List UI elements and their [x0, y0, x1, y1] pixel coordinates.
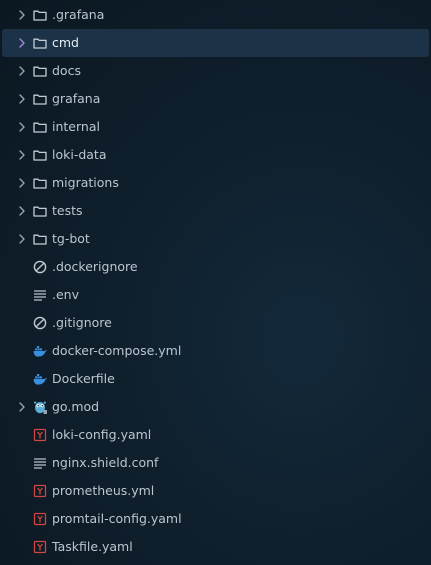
tree-item-label: migrations: [52, 175, 119, 190]
ignore-file-icon: [33, 260, 47, 274]
tree-item-label: tests: [52, 203, 83, 218]
tree-row-file-promtail-config[interactable]: promtail-config.yaml: [0, 505, 431, 533]
folder-icon: [33, 148, 47, 162]
chevron-right-icon[interactable]: [17, 233, 27, 245]
tree-item-label: .grafana: [52, 7, 105, 22]
tree-item-label: grafana: [52, 91, 101, 106]
chevron-right-icon[interactable]: [17, 121, 27, 133]
tree-item-label: .env: [52, 287, 79, 302]
folder-icon: [33, 232, 47, 246]
tree-item-label: .dockerignore: [52, 259, 138, 274]
yaml-icon: [33, 540, 47, 554]
tree-item-label: prometheus.yml: [52, 483, 155, 498]
tree-row-folder-internal[interactable]: internal: [0, 113, 431, 141]
chevron-right-icon[interactable]: [17, 93, 27, 105]
tree-item-label: Dockerfile: [52, 371, 115, 386]
chevron-right-icon[interactable]: [17, 37, 27, 49]
tree-row-file-env[interactable]: .env: [0, 281, 431, 309]
text-file-icon: [33, 288, 47, 302]
folder-icon: [33, 8, 47, 22]
tree-row-folder-migrations[interactable]: migrations: [0, 169, 431, 197]
chevron-right-icon[interactable]: [17, 9, 27, 21]
tree-row-folder-grafana-hidden[interactable]: .grafana: [0, 1, 431, 29]
tree-item-label: cmd: [52, 35, 79, 50]
ignore-file-icon: [33, 316, 47, 330]
chevron-right-icon[interactable]: [17, 177, 27, 189]
yaml-icon: [33, 428, 47, 442]
tree-row-folder-tests[interactable]: tests: [0, 197, 431, 225]
tree-row-file-docker-compose[interactable]: docker-compose.yml: [0, 337, 431, 365]
tree-item-label: tg-bot: [52, 231, 90, 246]
tree-item-label: loki-data: [52, 147, 107, 162]
tree-row-file-dockerignore[interactable]: .dockerignore: [0, 253, 431, 281]
folder-icon: [33, 64, 47, 78]
tree-item-label: docs: [52, 63, 81, 78]
go-mod-icon: [33, 400, 47, 414]
docker-icon: [33, 372, 47, 386]
tree-row-file-prometheus[interactable]: prometheus.yml: [0, 477, 431, 505]
tree-row-folder-grafana[interactable]: grafana: [0, 85, 431, 113]
chevron-right-icon[interactable]: [17, 149, 27, 161]
tree-row-file-nginx-shield-conf[interactable]: nginx.shield.conf: [0, 449, 431, 477]
tree-row-folder-tg-bot[interactable]: tg-bot: [0, 225, 431, 253]
tree-row-folder-loki-data[interactable]: loki-data: [0, 141, 431, 169]
file-explorer-tree: .grafana cmd docs grafana internal loki-data m…: [0, 0, 431, 565]
folder-icon: [33, 120, 47, 134]
tree-row-file-go-mod[interactable]: go.mod: [0, 393, 431, 421]
folder-icon: [33, 92, 47, 106]
folder-icon: [33, 204, 47, 218]
tree-item-label: promtail-config.yaml: [52, 511, 182, 526]
tree-item-label: loki-config.yaml: [52, 427, 152, 442]
tree-item-label: nginx.shield.conf: [52, 455, 159, 470]
docker-icon: [33, 344, 47, 358]
yaml-icon: [33, 484, 47, 498]
folder-icon: [33, 176, 47, 190]
text-file-icon: [33, 456, 47, 470]
tree-item-label: Taskfile.yaml: [52, 539, 133, 554]
tree-item-label: .gitignore: [52, 315, 112, 330]
chevron-right-icon[interactable]: [17, 205, 27, 217]
tree-row-file-gitignore[interactable]: .gitignore: [0, 309, 431, 337]
tree-row-file-loki-config[interactable]: loki-config.yaml: [0, 421, 431, 449]
chevron-right-icon[interactable]: [17, 401, 27, 413]
chevron-right-icon[interactable]: [17, 65, 27, 77]
tree-item-label: internal: [52, 119, 100, 134]
tree-row-folder-docs[interactable]: docs: [0, 57, 431, 85]
folder-icon: [33, 36, 47, 50]
tree-row-file-taskfile[interactable]: Taskfile.yaml: [0, 533, 431, 561]
tree-row-file-dockerfile[interactable]: Dockerfile: [0, 365, 431, 393]
tree-item-label: go.mod: [52, 399, 100, 414]
yaml-icon: [33, 512, 47, 526]
tree-row-folder-cmd[interactable]: cmd: [2, 29, 429, 57]
tree-item-label: docker-compose.yml: [52, 343, 182, 358]
